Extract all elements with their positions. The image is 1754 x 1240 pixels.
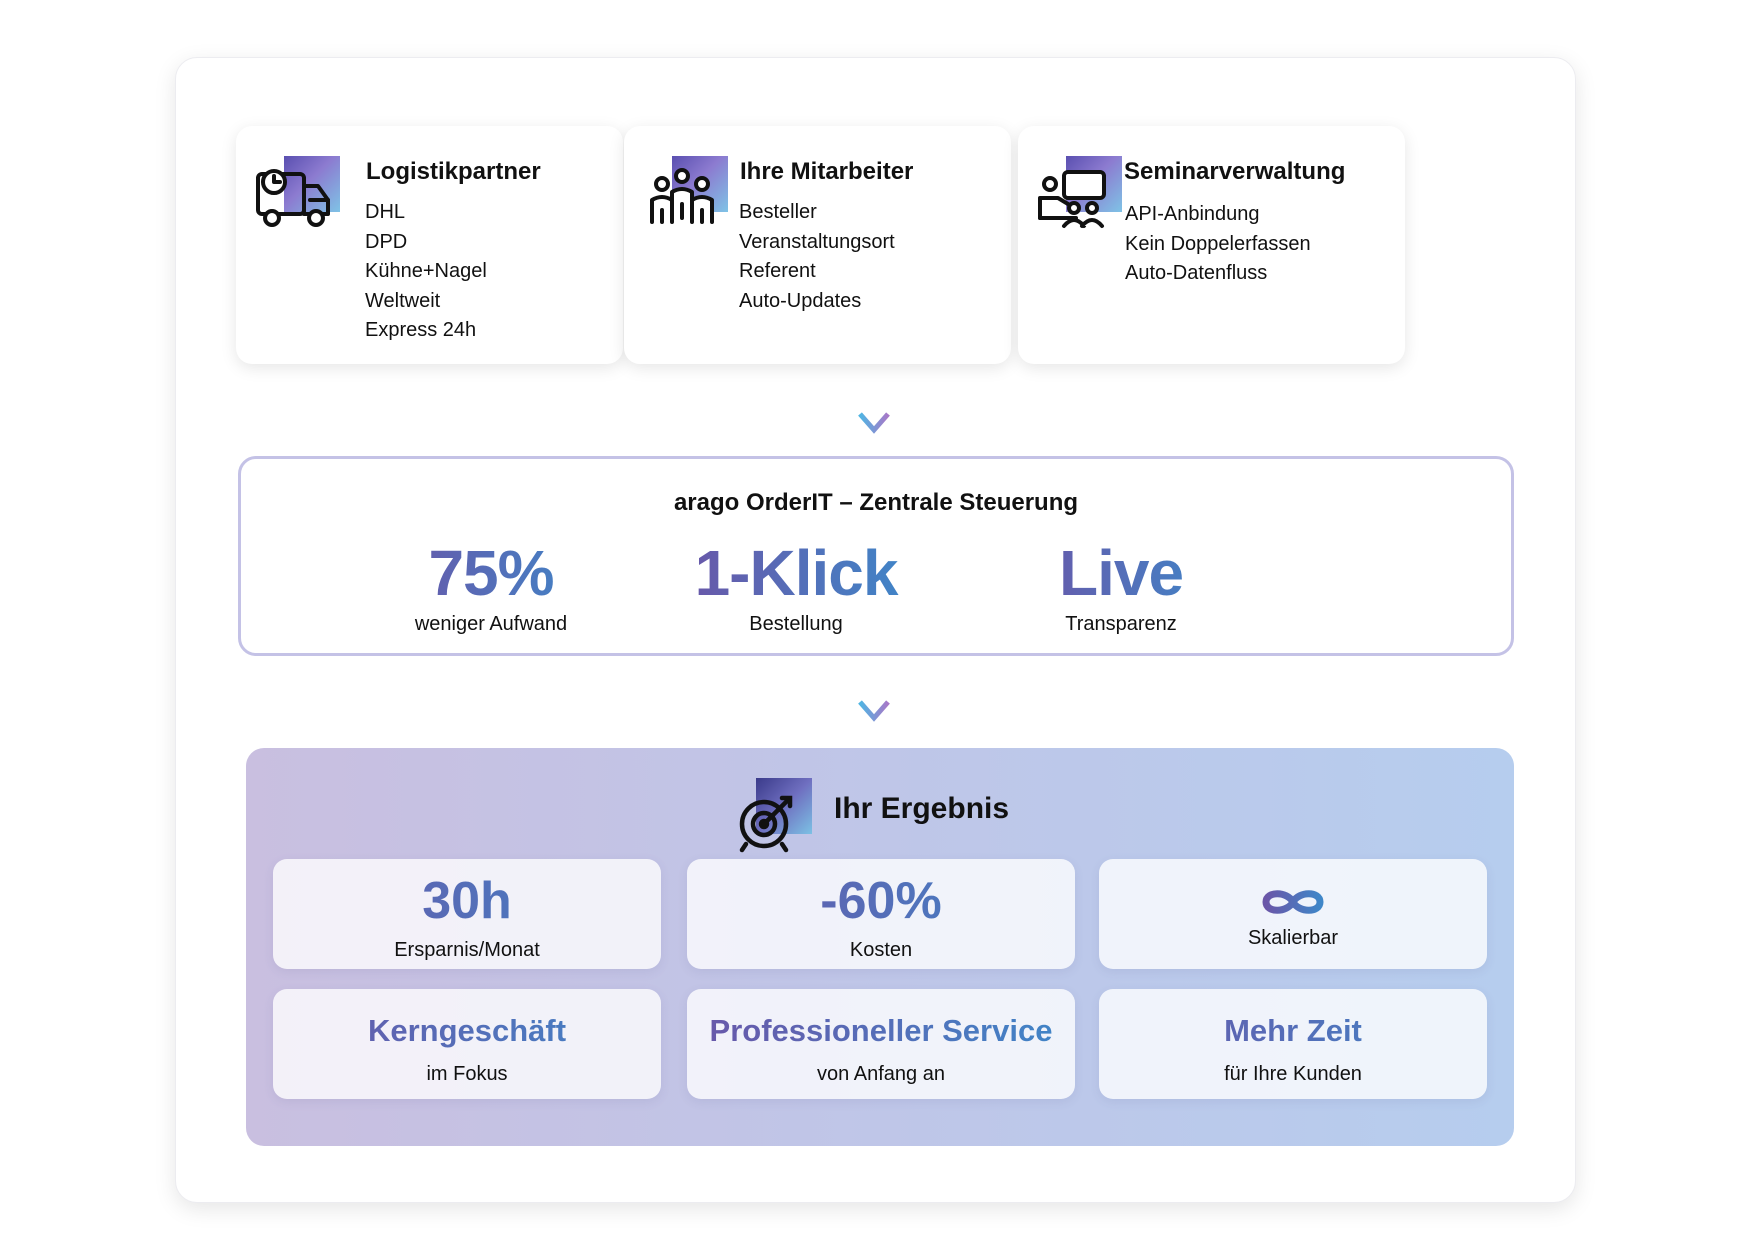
source-card-mitarbeiter: Ihre Mitarbeiter Besteller Veranstaltung…	[624, 126, 1011, 364]
source-items: DHL DPD Kühne+Nagel Weltweit Express 24h	[365, 198, 487, 346]
result-tile: -60% Kosten	[687, 859, 1075, 969]
metric-label: Transparenz	[1065, 613, 1177, 635]
source-title: Seminarverwaltung	[1124, 158, 1346, 185]
list-item: API-Anbindung	[1125, 203, 1260, 225]
arrow-down-icon	[858, 390, 890, 434]
metric-value: 75%	[386, 537, 596, 609]
list-item: DHL	[365, 201, 406, 223]
list-item: Weltweit	[365, 289, 441, 312]
result-tile: Mehr Zeit für Ihre Kunden	[1099, 989, 1487, 1099]
diagram-frame: Logistikpartner DHL DPD Kühne+Nagel Welt…	[175, 57, 1576, 1203]
result-tile: Professioneller Service von Anfang an	[687, 989, 1075, 1099]
tile-title: Professioneller Service	[687, 1013, 1075, 1049]
result-tile: 30h Ersparnis/Monat	[273, 859, 661, 969]
source-card-seminarverwaltung: Seminarverwaltung API-Anbindung Kein Dop…	[1018, 126, 1405, 364]
tile-value: 30h	[273, 871, 661, 931]
tile-title: Kerngeschäft	[273, 1013, 661, 1049]
tile-value: -60%	[687, 871, 1075, 931]
tile-label: Skalierbar	[1247, 927, 1339, 949]
presentation-icon	[1036, 156, 1126, 246]
tile-label: Kosten	[849, 939, 913, 961]
arrow-down-icon	[858, 678, 890, 722]
source-card-logistikpartner: Logistikpartner DHL DPD Kühne+Nagel Welt…	[236, 126, 623, 364]
hub-metric: 75% weniger Aufwand	[386, 537, 596, 636]
team-icon	[642, 156, 732, 246]
list-item: Express 24h	[365, 319, 477, 341]
list-item: Auto-Datenfluss	[1125, 262, 1268, 284]
tile-label: im Fokus	[426, 1063, 508, 1085]
hub-metric: 1-Klick Bestellung	[681, 537, 911, 636]
result-tile: Kerngeschäft im Fokus	[273, 989, 661, 1099]
infinity-icon	[1262, 890, 1324, 914]
metric-value: 1-Klick	[681, 537, 911, 609]
tile-label: Ersparnis/Monat	[394, 939, 540, 961]
hub-metric: Live Transparenz	[1021, 537, 1221, 636]
source-title: Logistikpartner	[366, 158, 541, 185]
result-panel: Ihr Ergebnis 30h Ersparnis/Monat -60% Ko…	[246, 748, 1514, 1146]
result-title: Ihr Ergebnis	[834, 792, 1010, 825]
central-hub: arago OrderIT – Zentrale Steuerung 75% w…	[238, 456, 1514, 656]
list-item: Besteller	[739, 201, 817, 223]
list-item: Kühne+Nagel	[365, 260, 487, 282]
hub-title: arago OrderIT – Zentrale Steuerung	[673, 489, 1079, 516]
list-item: Auto-Updates	[739, 289, 862, 312]
list-item: Referent	[739, 260, 816, 282]
metric-label: weniger Aufwand	[414, 613, 568, 635]
metric-value: Live	[1021, 537, 1221, 609]
list-item: Veranstaltungsort	[739, 230, 895, 253]
metric-label: Bestellung	[749, 613, 843, 635]
list-item: Kein Doppelerfassen	[1125, 232, 1311, 255]
source-title: Ihre Mitarbeiter	[740, 158, 914, 185]
list-item: DPD	[365, 230, 408, 253]
result-tile: Skalierbar	[1099, 859, 1487, 969]
source-items: API-Anbindung Kein Doppelerfassen Auto-D…	[1125, 200, 1311, 289]
tile-title: Mehr Zeit	[1099, 1013, 1487, 1049]
tile-label: von Anfang an	[817, 1063, 945, 1085]
tile-label: für Ihre Kunden	[1224, 1063, 1362, 1085]
truck-clock-icon	[254, 156, 344, 246]
source-items: Besteller Veranstaltungsort Referent Aut…	[739, 198, 895, 316]
